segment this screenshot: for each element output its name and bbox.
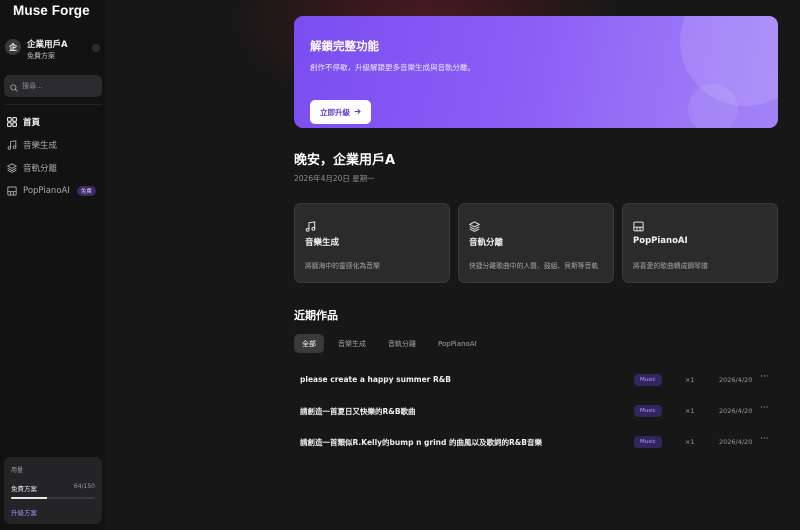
free-badge: 免費 (76, 185, 96, 196)
recent-filter-tabs: 全部 音樂生成 音軌分離 PopPianoAI (294, 334, 491, 353)
sidebar-item-poppianoai[interactable]: PopPianoAI 免費 (0, 179, 106, 202)
feature-card-music-generation[interactable]: 音樂生成 將腦海中的靈感化為音樂 (294, 203, 450, 283)
more-options-icon[interactable]: ··· (760, 434, 769, 444)
more-options-icon[interactable]: ··· (760, 403, 769, 413)
sidebar-item-label: 首頁 (23, 117, 41, 128)
recent-works-title: 近期作品 (294, 309, 338, 322)
sidebar-item-stem-separation[interactable]: 音軌分離 (0, 156, 106, 179)
feature-description: 快捷分離歌曲中的人聲、鼓組、貝斯等音軌 (469, 262, 599, 270)
sidebar-divider (4, 104, 102, 105)
filter-tab-music-generation[interactable]: 音樂生成 (330, 334, 374, 353)
banner-decoration (688, 84, 738, 128)
work-count: ×1 (685, 376, 695, 384)
search-icon (10, 77, 18, 96)
work-date: 2026/4/20 (719, 438, 753, 446)
layers-icon (7, 162, 17, 173)
filter-tab-poppianoai[interactable]: PopPianoAI (430, 334, 485, 353)
feature-description: 將喜愛的歌曲轉成鋼琴譜 (633, 262, 708, 270)
music-note-icon (7, 139, 17, 150)
usage-row: 免費方案 64/150 (11, 483, 95, 493)
user-name: 企業用戶A (27, 40, 68, 50)
work-type-tag: Music (634, 436, 662, 448)
feature-description: 將腦海中的靈感化為音樂 (305, 262, 380, 270)
usage-card: 用量 免費方案 64/150 升級方案 (4, 457, 102, 524)
sidebar-item-home[interactable]: 首頁 (0, 110, 106, 133)
work-date: 2026/4/20 (719, 376, 753, 384)
usage-title: 用量 (11, 467, 24, 474)
work-type-tag: Music (634, 405, 662, 417)
upgrade-now-label: 立即升級 (320, 107, 350, 117)
main-content: 解鎖完整功能 創作不停歇，升級解鎖更多音樂生成與音軌分離。 立即升級 晚安，企業… (106, 0, 800, 530)
usage-count: 64/150 (73, 483, 95, 490)
more-options-icon[interactable]: ··· (760, 372, 769, 382)
user-menu-icon[interactable] (92, 44, 100, 52)
work-count: ×1 (685, 407, 695, 415)
recent-works-list: please create a happy summer R&B Music ×… (294, 366, 778, 459)
user-plan: 免費方案 (27, 52, 55, 60)
list-item[interactable]: 請創造一首類似R.Kelly的bump n grind 的曲風以及歌詞的R&B音… (294, 428, 778, 459)
sidebar: Muse Forge 企 企業用戶A 免費方案 首頁 (0, 0, 106, 530)
banner-title: 解鎖完整功能 (310, 39, 379, 53)
filter-tab-all[interactable]: 全部 (294, 334, 324, 353)
work-date: 2026/4/20 (719, 407, 753, 415)
feature-title: 音樂生成 (305, 238, 340, 248)
feature-title: PopPianoAI (633, 236, 688, 246)
layers-icon (468, 217, 481, 232)
sidebar-item-music-generation[interactable]: 音樂生成 (0, 133, 106, 156)
feature-card-stem-separation[interactable]: 音軌分離 快捷分離歌曲中的人聲、鼓組、貝斯等音軌 (458, 203, 614, 283)
usage-progress-bar (11, 497, 95, 499)
work-title: 請創造一首類似R.Kelly的bump n grind 的曲風以及歌詞的R&B音… (300, 438, 543, 447)
feature-title: 音軌分離 (469, 238, 504, 248)
sidebar-item-label: PopPianoAI (23, 185, 70, 196)
usage-plan-label: 免費方案 (11, 485, 37, 493)
upgrade-plan-link[interactable]: 升級方案 (11, 507, 95, 517)
list-item[interactable]: please create a happy summer R&B Music ×… (294, 366, 778, 397)
sidebar-item-label: 音樂生成 (23, 140, 58, 151)
feature-card-poppianoai[interactable]: PopPianoAI 將喜愛的歌曲轉成鋼琴譜 (622, 203, 778, 283)
banner-description: 創作不停歇，升級解鎖更多音樂生成與音軌分離。 (310, 63, 475, 72)
list-item[interactable]: 請創造一首夏日又快樂的R&B歌曲 Music ×1 2026/4/20 ··· (294, 397, 778, 428)
arrow-right-icon (354, 108, 361, 117)
piano-icon (7, 186, 17, 196)
piano-icon (633, 217, 644, 232)
sidebar-item-label: 音軌分離 (23, 163, 58, 174)
work-title: please create a happy summer R&B (300, 375, 451, 384)
work-count: ×1 (685, 438, 695, 446)
search-input[interactable] (22, 82, 102, 90)
grid-icon (7, 116, 17, 127)
upgrade-banner: 解鎖完整功能 創作不停歇，升級解鎖更多音樂生成與音軌分離。 立即升級 (294, 16, 778, 128)
upgrade-now-button[interactable]: 立即升級 (310, 100, 371, 124)
sidebar-nav: 首頁 音樂生成 音軌分離 PopPianoAI 免費 (0, 110, 106, 202)
app-window: Muse Forge 企 企業用戶A 免費方案 首頁 (0, 0, 800, 530)
avatar: 企 (5, 39, 21, 55)
usage-progress-fill (11, 497, 47, 499)
user-profile[interactable]: 企 企業用戶A 免費方案 (5, 38, 102, 62)
work-type-tag: Music (634, 374, 662, 386)
work-title: 請創造一首夏日又快樂的R&B歌曲 (300, 407, 416, 416)
current-date: 2026年4月20日 星期一 (294, 174, 375, 183)
logo[interactable]: Muse Forge (13, 3, 90, 18)
search-box[interactable] (4, 75, 102, 97)
music-note-icon (305, 217, 316, 232)
greeting-title: 晚安，企業用戶A (294, 153, 396, 168)
filter-tab-stem-separation[interactable]: 音軌分離 (380, 334, 424, 353)
